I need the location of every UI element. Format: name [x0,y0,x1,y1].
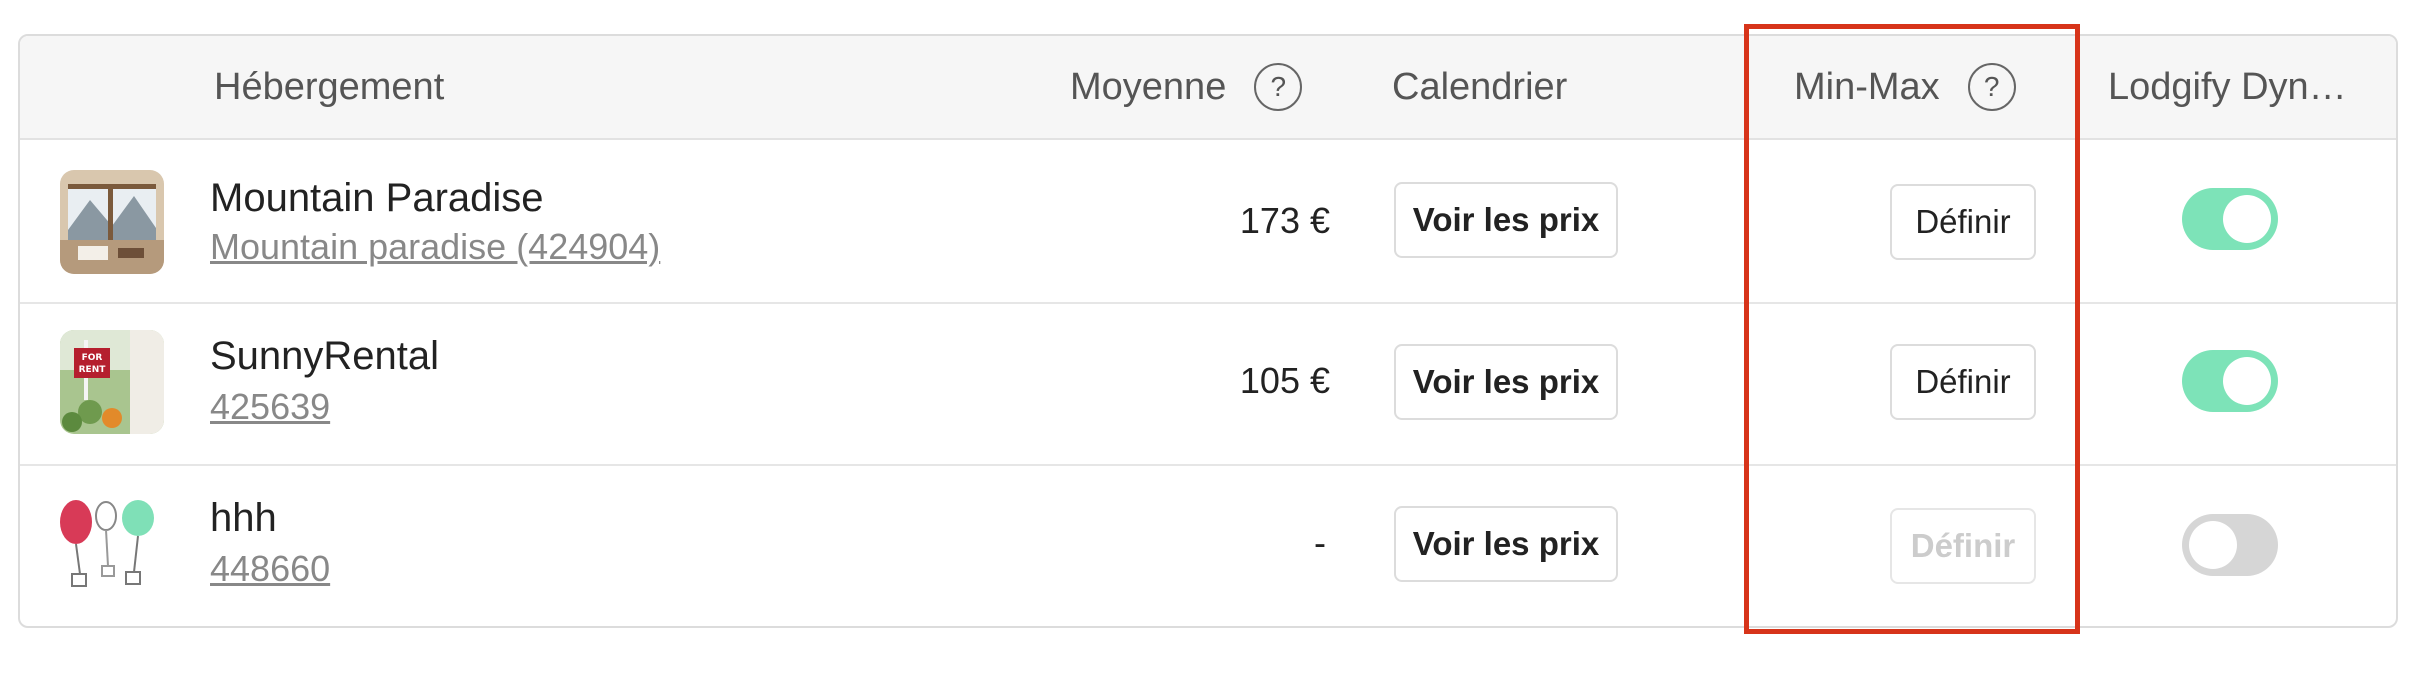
view-prices-button[interactable]: Voir les prix [1394,506,1618,582]
header-average: Moyenne ? [1070,36,1303,138]
header-minmax-label: Min-Max [1794,65,1940,108]
table-row: FOR RENT SunnyRental 425639 105 € Voir l… [20,302,2396,466]
property-name: hhh [210,496,277,540]
toggle-knob [2223,195,2271,243]
view-prices-button[interactable]: Voir les prix [1394,344,1618,420]
average-price: - [1314,522,1326,563]
balloons-thumbnail [60,494,164,598]
header-minmax: Min-Max ? [1794,36,2016,138]
average-price: 105 € [1239,360,1330,401]
view-prices-button[interactable]: Voir les prix [1394,182,1618,258]
dynamic-pricing-toggle[interactable] [2182,188,2278,250]
properties-table: Hébergement Moyenne ? Calendrier Min-Max… [18,34,2398,628]
define-minmax-button[interactable]: Définir [1890,184,2036,260]
mountain-house-thumbnail [60,170,164,274]
for-rent-sign-thumbnail: FOR RENT [60,330,164,434]
property-name: Mountain Paradise [210,176,544,220]
svg-text:FOR: FOR [82,353,103,363]
define-minmax-button[interactable]: Définir [1890,344,2036,420]
help-icon[interactable]: ? [1254,63,1303,111]
dynamic-pricing-toggle[interactable] [2182,350,2278,412]
table-header: Hébergement Moyenne ? Calendrier Min-Max… [20,36,2396,140]
property-name: SunnyRental [210,334,440,378]
header-dynamic-pricing: Lodgify Dyn… [2108,65,2347,108]
toggle-knob [2189,521,2237,569]
toggle-knob [2223,357,2271,405]
svg-text:RENT: RENT [79,365,107,375]
table-row: hhh 448660 - Voir les prix Définir [20,464,2396,626]
header-accommodation: Hébergement [214,65,445,108]
property-link[interactable]: 425639 [210,386,330,428]
property-link[interactable]: 448660 [210,548,330,590]
table-row: Mountain Paradise Mountain paradise (424… [20,140,2396,304]
dynamic-pricing-toggle[interactable] [2182,514,2278,576]
header-average-label: Moyenne [1070,65,1227,108]
property-link[interactable]: Mountain paradise (424904) [210,226,660,268]
define-minmax-button: Définir [1890,508,2036,584]
average-price: 173 € [1239,200,1330,241]
help-icon[interactable]: ? [1967,63,2016,111]
header-calendar: Calendrier [1392,65,1568,108]
